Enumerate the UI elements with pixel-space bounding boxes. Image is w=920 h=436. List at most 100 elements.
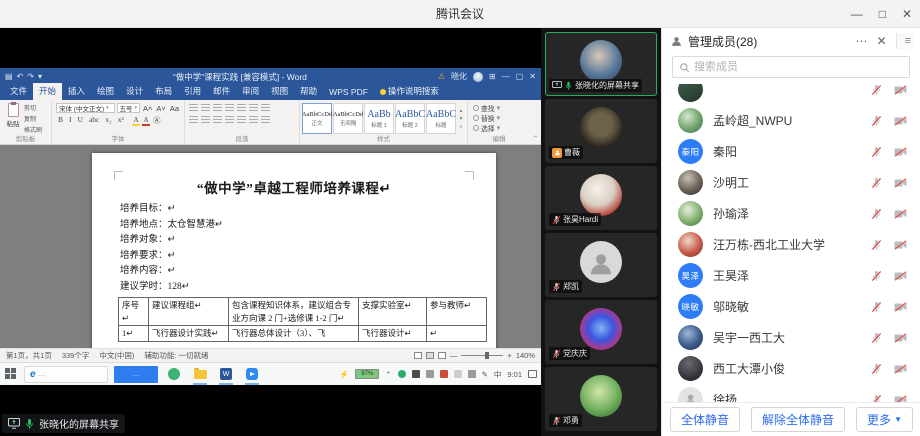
number-list-icon[interactable] [201, 104, 210, 113]
member-search-box[interactable] [672, 56, 910, 78]
ribbon-tab[interactable]: 操作说明搜索 [374, 83, 445, 100]
ribbon-tab[interactable]: 文件 [4, 83, 33, 100]
statusbar-segment[interactable]: 339个字 [62, 350, 90, 361]
zoom-in-icon[interactable]: + [507, 351, 511, 360]
style-card[interactable]: AaBbCcDd 无间隔 [333, 103, 363, 134]
sort-icon[interactable] [249, 104, 258, 113]
change-case-button[interactable]: Aa [169, 104, 180, 113]
ribbon-tab[interactable]: 帮助 [294, 83, 323, 100]
member-row[interactable] [662, 84, 920, 105]
ribbon-tab[interactable]: 视图 [265, 83, 294, 100]
camera-muted-icon[interactable] [894, 209, 907, 219]
clipboard-mini-button[interactable]: 剪切 [24, 103, 42, 112]
word-account-name[interactable]: 晓化 [451, 71, 467, 82]
ime-indicator[interactable]: 中 [494, 369, 502, 380]
line-spacing-icon[interactable] [237, 116, 246, 125]
clipboard-mini-button[interactable]: 复制 [24, 114, 42, 123]
member-row[interactable]: 晓敏 邬晓敏 [662, 291, 920, 322]
mic-muted-icon[interactable] [871, 270, 882, 282]
tray-display-icon[interactable] [426, 370, 434, 378]
style-card[interactable]: AaBbC 标题 [426, 103, 456, 134]
zoom-slider[interactable] [461, 355, 503, 356]
camera-muted-icon[interactable] [894, 85, 907, 95]
styles-scroll-arrows[interactable]: ▲▼≡ [457, 103, 465, 134]
ribbon-tab[interactable]: 开始 [33, 83, 62, 100]
word-close-button[interactable]: ✕ [529, 72, 536, 81]
highlight-color-button[interactable]: A [132, 117, 140, 125]
save-icon[interactable]: ▤ [5, 72, 13, 81]
zoom-level[interactable]: 140% [516, 351, 535, 360]
member-row[interactable]: 孟岭超_NWPU [662, 105, 920, 136]
notification-center-icon[interactable] [528, 370, 537, 378]
ribbon-tab[interactable]: 布局 [149, 83, 178, 100]
font-format-button[interactable]: abc [87, 115, 101, 124]
ribbon-tab[interactable]: 审阅 [236, 83, 265, 100]
clock[interactable]: 9:01 [507, 370, 522, 379]
undo-icon[interactable]: ↶ [17, 72, 24, 81]
justify-icon[interactable] [225, 116, 234, 125]
taskbar-meeting[interactable] [242, 364, 262, 385]
word-minimize-button[interactable]: — [502, 72, 510, 81]
mic-muted-icon[interactable] [871, 394, 882, 403]
video-tile[interactable]: 党庆庆 [545, 300, 657, 364]
tray-network-icon[interactable] [454, 370, 462, 378]
panel-close-button[interactable]: ✕ [877, 34, 887, 48]
statusbar-segment[interactable]: 第1页，共1页 [6, 350, 52, 361]
zoom-slider-thumb[interactable] [485, 352, 489, 359]
ribbon-tab[interactable]: 绘图 [91, 83, 120, 100]
font-color-button[interactable]: A [142, 117, 150, 125]
member-row[interactable]: 汪万栋-西北工业大学 [662, 229, 920, 260]
font-format-button[interactable]: I [67, 115, 74, 124]
video-tile[interactable]: 郑凯 [545, 233, 657, 297]
ribbon-tab[interactable]: WPS PDF [323, 85, 374, 100]
editing-button[interactable]: 选择▾ [473, 123, 525, 133]
taskbar-file-explorer[interactable] [190, 364, 210, 385]
camera-muted-icon[interactable] [894, 178, 907, 188]
grow-font-button[interactable]: A˄ [142, 104, 153, 113]
camera-muted-icon[interactable] [894, 302, 907, 312]
video-tile[interactable]: 曹薇 [545, 99, 657, 163]
mic-muted-icon[interactable] [871, 208, 882, 220]
shrink-font-button[interactable]: A˅ [155, 104, 166, 113]
statusbar-segment[interactable]: 辅助功能: 一切就绪 [144, 350, 208, 361]
ribbon-tab[interactable]: 设计 [120, 83, 149, 100]
taskbar-word[interactable]: W [216, 364, 236, 385]
camera-muted-icon[interactable] [894, 116, 907, 126]
zoom-out-icon[interactable]: — [450, 351, 458, 360]
hidden-icons-chevron[interactable]: ⌃ [385, 370, 391, 379]
word-account-avatar[interactable] [473, 72, 483, 82]
collapse-ribbon-icon[interactable]: ⌃ [533, 135, 538, 142]
member-row[interactable]: 孙瑜泽 [662, 198, 920, 229]
read-mode-icon[interactable] [414, 352, 422, 359]
borders-icon[interactable] [261, 116, 270, 125]
camera-muted-icon[interactable] [894, 240, 907, 250]
font-format-button[interactable]: U [76, 115, 85, 124]
member-row[interactable]: 吴宇一西工大 [662, 322, 920, 353]
ribbon-tab[interactable]: 引用 [178, 83, 207, 100]
style-card[interactable]: AaBbC 标题 2 [395, 103, 425, 134]
member-row[interactable]: 沙明工 [662, 167, 920, 198]
mic-muted-icon[interactable] [871, 239, 882, 251]
shading-icon[interactable] [249, 116, 258, 125]
ribbon-tab[interactable]: 插入 [62, 83, 91, 100]
statusbar-segment[interactable]: 中文(中国) [99, 350, 134, 361]
ribbon-display-options-icon[interactable]: ⊞ [489, 72, 496, 81]
battery-indicator[interactable]: 97% [355, 369, 379, 379]
member-row[interactable]: 昊泽 王昊泽 [662, 260, 920, 291]
tray-recorder-icon[interactable] [440, 370, 448, 378]
panel-menu-button[interactable]: ≡ [896, 33, 913, 49]
mic-muted-icon[interactable] [871, 84, 882, 96]
mute-all-button[interactable]: 全体静音 [670, 407, 740, 432]
member-row[interactable]: 徐扬 [662, 384, 920, 402]
member-row[interactable]: 秦阳 秦阳 [662, 136, 920, 167]
style-card[interactable]: AaBbCcDd 正文 [302, 103, 332, 134]
close-button[interactable]: ✕ [902, 7, 912, 21]
start-button[interactable] [4, 367, 18, 381]
font-format-button[interactable]: x₂ [103, 115, 113, 124]
editing-button[interactable]: 替换▾ [473, 113, 525, 123]
font-name-select[interactable]: 宋体 (中文正文)▾ [56, 103, 115, 113]
mic-muted-icon[interactable] [871, 177, 882, 189]
redo-icon[interactable]: ↷ [27, 72, 34, 81]
mic-muted-icon[interactable] [871, 301, 882, 313]
ribbon-tab[interactable]: 邮件 [207, 83, 236, 100]
